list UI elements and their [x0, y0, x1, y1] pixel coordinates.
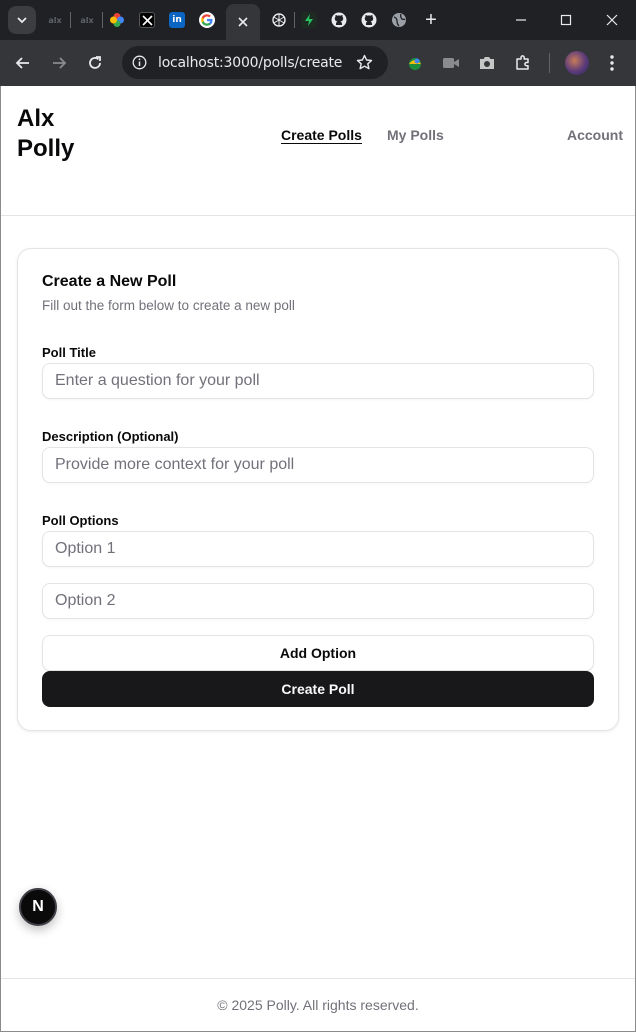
create-poll-button[interactable]: Create Poll: [42, 671, 594, 707]
minimize-button[interactable]: [509, 8, 533, 32]
site-footer: © 2025 Polly. All rights reserved.: [1, 978, 635, 1031]
bookmark-star-icon[interactable]: [356, 54, 373, 71]
close-icon: [606, 14, 618, 26]
extensions-menu-button[interactable]: [512, 52, 534, 74]
pinwheel-icon: [110, 13, 124, 27]
page-content: Alx Polly Create Polls My Polls Account …: [1, 86, 635, 1031]
card-title: Create a New Poll: [42, 273, 177, 290]
minimize-icon: [516, 19, 526, 21]
nextjs-logo-icon: N: [32, 898, 44, 915]
browser-tab-bar: alx alx in +: [0, 0, 636, 40]
alx-icon: alx: [48, 15, 62, 25]
github-icon: [331, 12, 347, 28]
google-icon: [199, 12, 215, 28]
nav-account[interactable]: Account: [567, 127, 623, 143]
maximize-icon: [560, 14, 572, 26]
poll-title-label: Poll Title: [42, 345, 96, 360]
arrow-left-icon: [15, 57, 29, 69]
tab-alx-2[interactable]: alx: [72, 6, 102, 34]
description-label: Description (Optional): [42, 429, 179, 444]
site-logo[interactable]: Alx Polly: [17, 104, 97, 164]
poll-title-input[interactable]: [42, 363, 594, 399]
nav-create-polls[interactable]: Create Polls: [281, 127, 362, 143]
tab-bolt[interactable]: [294, 6, 324, 34]
browser-toolbar: localhost:3000/polls/create: [0, 40, 636, 86]
option-2-input[interactable]: [42, 583, 594, 619]
url-text: localhost:3000/polls/create: [158, 55, 343, 71]
tab-active-polly[interactable]: [226, 4, 260, 40]
tab-github-2[interactable]: [354, 6, 384, 34]
browser-menu-button[interactable]: [601, 52, 623, 74]
tab-google[interactable]: [192, 6, 222, 34]
reload-button[interactable]: [83, 51, 107, 75]
option-1-input[interactable]: [42, 531, 594, 567]
close-icon[interactable]: [237, 16, 249, 28]
back-button[interactable]: [11, 51, 35, 75]
address-bar[interactable]: localhost:3000/polls/create: [122, 46, 388, 79]
kebab-menu-icon: [610, 55, 614, 71]
forward-button[interactable]: [47, 51, 71, 75]
tab-github-1[interactable]: [324, 6, 354, 34]
tab-search-button[interactable]: [8, 6, 36, 34]
site-header: Alx Polly Create Polls My Polls Account: [1, 86, 635, 216]
extension-1-button[interactable]: [404, 52, 426, 74]
nextjs-dev-tools-button[interactable]: N: [19, 888, 57, 926]
camera-icon: [480, 57, 494, 69]
poll-options-label: Poll Options: [42, 513, 119, 528]
create-poll-card: Create a New Poll Fill out the form belo…: [17, 248, 619, 731]
alx-icon: alx: [80, 15, 94, 25]
add-option-button[interactable]: Add Option: [42, 635, 594, 671]
globe-icon: [392, 13, 406, 27]
description-input[interactable]: [42, 447, 594, 483]
puzzle-piece-icon: [516, 55, 529, 70]
openai-icon: [272, 13, 286, 27]
profile-avatar[interactable]: [565, 51, 589, 75]
reload-icon: [89, 56, 101, 69]
new-tab-button[interactable]: +: [416, 6, 446, 34]
extension-3-button[interactable]: [476, 52, 498, 74]
tab-chatgpt[interactable]: [264, 6, 294, 34]
video-camera-icon: [443, 58, 459, 68]
chevron-down-icon: [17, 17, 27, 24]
nav-my-polls[interactable]: My Polls: [387, 127, 444, 143]
tab-divider: [70, 12, 71, 28]
github-icon: [361, 12, 377, 28]
extension-2-button[interactable]: [440, 52, 462, 74]
window-close-button[interactable]: [600, 8, 624, 32]
maximize-button[interactable]: [554, 8, 578, 32]
arrow-right-icon: [53, 57, 67, 69]
x-logo-icon: [139, 12, 155, 28]
tab-linkedin[interactable]: in: [162, 6, 192, 34]
toolbar-divider: [549, 53, 550, 73]
extension-colorful-icon: [409, 58, 421, 70]
bolt-icon: [301, 12, 317, 28]
linkedin-icon: in: [169, 12, 185, 28]
tab-photos[interactable]: [102, 6, 132, 34]
tab-globe[interactable]: [384, 6, 414, 34]
copyright-text: © 2025 Polly. All rights reserved.: [217, 997, 419, 1013]
tab-alx-1[interactable]: alx: [40, 6, 70, 34]
card-description: Fill out the form below to create a new …: [42, 298, 295, 313]
site-info-icon[interactable]: [132, 55, 147, 70]
tab-x[interactable]: [132, 6, 162, 34]
